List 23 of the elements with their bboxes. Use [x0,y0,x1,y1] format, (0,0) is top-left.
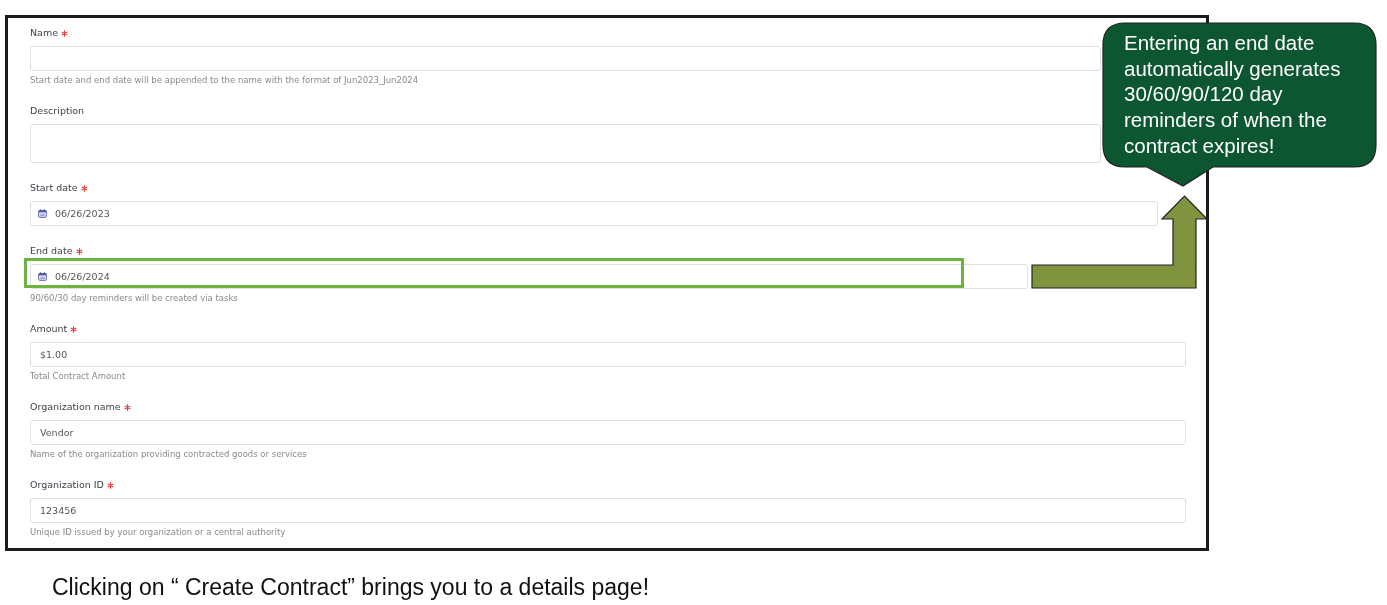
field-hint: Total Contract Amount [30,370,127,382]
calendar-icon [38,272,47,281]
date-field[interactable]: 06/26/2023 [30,201,1158,226]
date-field[interactable]: 06/26/2024 [30,264,1028,289]
field-label: Organization ID [30,478,104,492]
field-label: Name [30,26,59,40]
field-hint: 90/60/30 day reminders will be created via tasks [30,292,239,304]
textarea-field[interactable] [30,124,1101,163]
field-label: Amount [30,322,68,336]
field-hint: Unique ID issued by your organization or a central authority [30,526,287,538]
input-field[interactable]: Vendor [30,420,1186,445]
field-label: Description [30,104,85,118]
field-label: End date [30,244,73,258]
field-label: Start date [30,181,78,195]
input-field[interactable]: 123456 [30,498,1186,523]
field-hint: Name of the organization providing contracted goods or services [30,448,308,460]
caption-text: Clicking on “ Create Contract” brings you to a details page! [52,574,651,601]
calendar-icon [38,209,47,218]
field-hint: Start date and end date will be appended to the name with the format of Jun2023_Jun2024 [30,74,420,86]
input-field[interactable] [30,46,1101,71]
input-field[interactable]: $1.00 [30,342,1186,367]
callout-text: Entering an end date automatically generates 30/60/90/120 day reminders of when the contract expires! [1124,30,1342,159]
field-label: Organization name [30,400,121,414]
